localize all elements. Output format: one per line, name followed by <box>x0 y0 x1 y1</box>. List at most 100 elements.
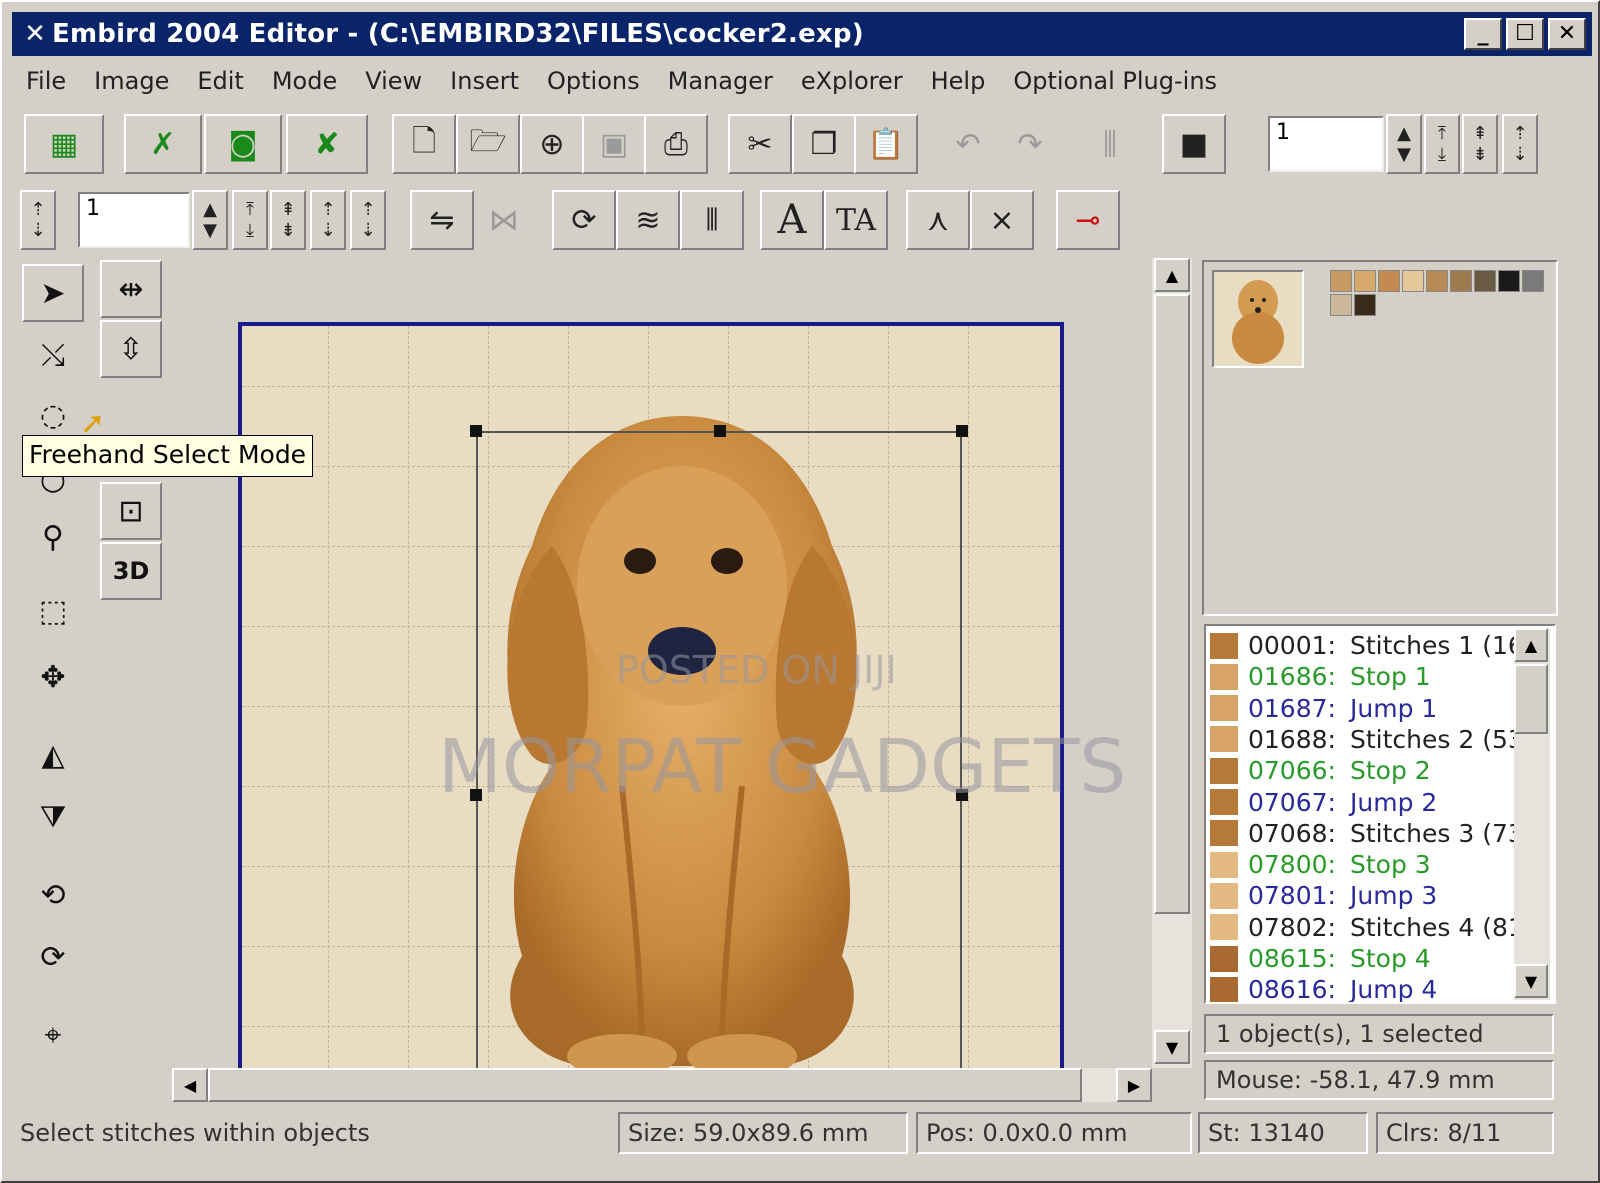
paste-button[interactable]: 📋 <box>854 114 918 174</box>
crop-button[interactable]: ⨯ <box>970 190 1034 250</box>
rotate-right-tool[interactable]: ⟳ <box>22 928 84 986</box>
menu-insert[interactable]: Insert <box>436 67 533 95</box>
color-top-bottom-button[interactable]: ⇞ ⇟ <box>1462 114 1498 174</box>
minimize-button[interactable]: _ <box>1464 18 1502 50</box>
color-swatch[interactable] <box>1354 270 1376 292</box>
color-swatch[interactable] <box>1426 270 1448 292</box>
resize-tool[interactable]: ⬚ <box>22 582 84 640</box>
pointer-tool[interactable]: ➤ <box>22 264 84 322</box>
list-item[interactable]: 07066: Stop 2 <box>1210 755 1431 786</box>
resize-handle[interactable] <box>470 425 482 437</box>
mirror-vertical-tool[interactable]: ⧩ <box>22 788 84 846</box>
color-swatch[interactable] <box>1378 270 1400 292</box>
close-button[interactable]: ✕ <box>1548 18 1586 50</box>
scroll-down-button[interactable]: ▼ <box>1154 1030 1190 1064</box>
text-button[interactable]: A <box>760 190 824 250</box>
redo-button[interactable]: ↷ <box>998 114 1062 174</box>
key-button[interactable]: ⊸ <box>1056 190 1120 250</box>
menu-edit[interactable]: Edit <box>183 67 257 95</box>
list-item[interactable]: 01688: Stitches 2 (537 <box>1210 724 1540 755</box>
color-first-last-button[interactable]: ⤒ ⤓ <box>1424 114 1460 174</box>
print-button[interactable]: ⎙ <box>644 114 708 174</box>
list-item[interactable]: 07067: Jump 2 <box>1210 787 1437 818</box>
stitch-next-button[interactable]: ⇡ ⇣ <box>310 190 346 250</box>
color-swatch[interactable] <box>1330 270 1352 292</box>
undo-button[interactable]: ↶ <box>936 114 1000 174</box>
outline-tool[interactable]: ⊡ <box>100 482 162 540</box>
list-item[interactable]: 08615: Stop 4 <box>1210 943 1431 974</box>
density-button[interactable]: ≋ <box>616 190 680 250</box>
menu-options[interactable]: Options <box>533 67 654 95</box>
maximize-button[interactable]: ☐ <box>1506 18 1544 50</box>
stitch-select-tool[interactable]: ⤯ <box>22 326 84 384</box>
3d-view-tool[interactable]: 3D <box>100 542 162 600</box>
list-item[interactable]: 07801: Jump 3 <box>1210 880 1437 911</box>
scroll-left-button[interactable]: ◀ <box>172 1068 208 1102</box>
mirror-horizontal-tool[interactable]: ◭ <box>22 726 84 784</box>
menu-file[interactable]: File <box>12 67 80 95</box>
split-stitches-button[interactable]: ⇋ <box>410 190 474 250</box>
vertical-scrollbar[interactable]: ▲ ▼ <box>1152 258 1192 1068</box>
menu-help[interactable]: Help <box>917 67 1000 95</box>
camera-button[interactable]: ◙ <box>204 114 282 174</box>
hoop-grid-button[interactable]: ▦ <box>24 114 104 174</box>
color-spin-button[interactable]: ▲ ▼ <box>1386 114 1422 174</box>
select-tool-button[interactable]: ✗ <box>124 114 202 174</box>
open-file-button[interactable]: 🗁 <box>456 114 520 174</box>
save-button[interactable]: ▣ <box>582 114 646 174</box>
stitch-sequence-list[interactable]: 00001: Stitches 1 (168 01686: Stop 1 01687: J… <box>1204 624 1556 1004</box>
list-scroll-down-button[interactable]: ▼ <box>1514 964 1548 998</box>
zoom-tool[interactable]: ⚲ <box>22 508 84 566</box>
rotate-button[interactable]: ⟳ <box>552 190 616 250</box>
color-swatch[interactable] <box>1330 294 1352 316</box>
list-item[interactable]: 01686: Stop 1 <box>1210 661 1431 692</box>
columns-button[interactable]: ⫴ <box>680 190 744 250</box>
horizontal-gap-tool[interactable]: ⇹ <box>100 260 162 318</box>
menu-manager[interactable]: Manager <box>654 67 787 95</box>
color-swatch[interactable] <box>1474 270 1496 292</box>
stitch-spin-button[interactable]: ▲ ▼ <box>192 190 228 250</box>
list-scroll-thumb[interactable] <box>1514 664 1548 734</box>
stop-button[interactable]: ■ <box>1162 114 1226 174</box>
menu-explorer[interactable]: eXplorer <box>787 67 917 95</box>
stitch-last-button[interactable]: ⇡ ⇣ <box>350 190 386 250</box>
list-scrollbar[interactable]: ▲ ▼ <box>1514 628 1550 1000</box>
join-stitches-button[interactable]: ⋈ <box>472 190 536 250</box>
horizontal-scrollbar[interactable]: ◀ ▶ <box>172 1068 1152 1102</box>
color-swatch[interactable] <box>1450 270 1472 292</box>
resize-handle[interactable] <box>714 425 726 437</box>
color-swatch[interactable] <box>1522 270 1544 292</box>
cut-button[interactable]: ✂ <box>728 114 792 174</box>
list-item[interactable]: 01687: Jump 1 <box>1210 693 1437 724</box>
vertical-gap-tool[interactable]: ⇳ <box>100 320 162 378</box>
scroll-up-button[interactable]: ▲ <box>1154 258 1190 292</box>
vertical-scroll-thumb[interactable] <box>1154 294 1190 914</box>
move-tool[interactable]: ✥ <box>22 648 84 706</box>
stitch-index-input[interactable]: 1 <box>78 192 190 248</box>
list-item[interactable]: 08616: Jump 4 <box>1210 974 1437 1002</box>
design-thumbnail[interactable] <box>1212 270 1304 368</box>
history-button[interactable]: ⫼ <box>1078 114 1142 174</box>
menu-image[interactable]: Image <box>80 67 183 95</box>
color-swatch[interactable] <box>1402 270 1424 292</box>
list-scroll-up-button[interactable]: ▲ <box>1514 628 1548 662</box>
color-swatch[interactable] <box>1354 294 1376 316</box>
add-file-button[interactable]: ⊕ <box>520 114 584 174</box>
scroll-right-button[interactable]: ▶ <box>1116 1068 1152 1102</box>
list-item[interactable]: 07802: Stitches 4 (813 <box>1210 912 1540 943</box>
new-file-button[interactable]: 🗋 <box>392 114 456 174</box>
color-swatch[interactable] <box>1498 270 1520 292</box>
resize-handle[interactable] <box>956 425 968 437</box>
copy-button[interactable]: ❐ <box>792 114 856 174</box>
list-item[interactable]: 00001: Stitches 1 (168 <box>1210 630 1540 661</box>
list-item[interactable]: 07800: Stop 3 <box>1210 849 1431 880</box>
remove-button[interactable]: ✘ <box>286 114 368 174</box>
list-item[interactable]: 07068: Stitches 3 (732 <box>1210 818 1540 849</box>
center-tool[interactable]: ⌖ <box>22 1006 84 1064</box>
text-edit-button[interactable]: TA <box>824 190 888 250</box>
rotate-left-tool[interactable]: ⟲ <box>22 866 84 924</box>
color-page-button[interactable]: ⇡ ⇣ <box>1502 114 1538 174</box>
underlay-button[interactable]: ⋏ <box>906 190 970 250</box>
horizontal-scroll-thumb[interactable] <box>208 1068 1082 1102</box>
menu-mode[interactable]: Mode <box>258 67 351 95</box>
